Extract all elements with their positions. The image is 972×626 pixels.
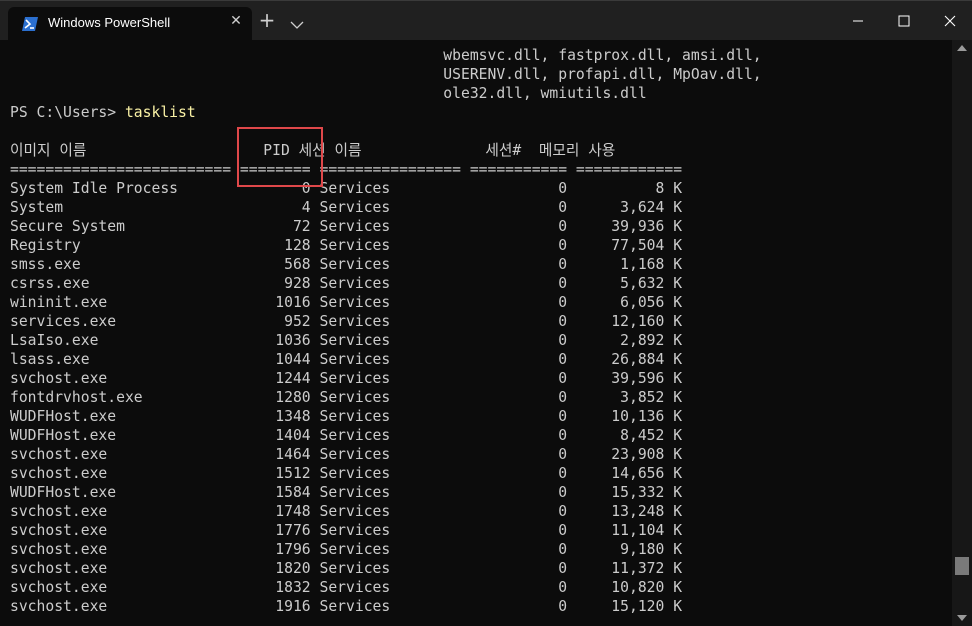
maximize-button[interactable] <box>880 1 926 41</box>
table-row: svchost.exe 1244 Services 0 39,596 K <box>10 370 683 387</box>
scroll-down-icon[interactable] <box>957 614 967 622</box>
terminal-output[interactable]: wbemsvc.dll, fastprox.dll, amsi.dll, USE… <box>0 40 952 626</box>
output-line: ole32.dll, wmiutils.dll <box>10 85 647 102</box>
vertical-scrollbar[interactable] <box>952 40 972 626</box>
tab-title: Windows PowerShell <box>48 15 171 30</box>
table-row: svchost.exe 1796 Services 0 9,180 K <box>10 541 683 558</box>
table-row: svchost.exe 1820 Services 0 11,372 K <box>10 560 683 577</box>
table-row: System Idle Process 0 Services 0 8 K <box>10 180 683 197</box>
table-row: Secure System 72 Services 0 39,936 K <box>10 218 683 235</box>
table-row: svchost.exe 1832 Services 0 10,820 K <box>10 579 683 596</box>
table-row: fontdrvhost.exe 1280 Services 0 3,852 K <box>10 389 683 406</box>
table-row: System 4 Services 0 3,624 K <box>10 199 683 216</box>
table-row: svchost.exe 1776 Services 0 11,104 K <box>10 522 683 539</box>
table-row: svchost.exe 1512 Services 0 14,656 K <box>10 465 683 482</box>
prompt-line: PS C:\Users> tasklist <box>10 103 196 122</box>
command: tasklist <box>124 104 196 121</box>
new-tab-icon[interactable]: + <box>256 9 278 31</box>
tab-windows-powershell[interactable]: Windows PowerShell ✕ <box>8 7 252 41</box>
title-bar: Windows PowerShell ✕ + <box>0 0 972 41</box>
table-row: smss.exe 568 Services 0 1,168 K <box>10 256 683 273</box>
output-line: USERENV.dll, profapi.dll, MpOav.dll, <box>10 66 762 83</box>
table-row: svchost.exe 1464 Services 0 23,908 K <box>10 446 683 463</box>
close-window-icon <box>944 15 956 27</box>
table-row: WUDFHost.exe 1348 Services 0 10,136 K <box>10 408 683 425</box>
close-tab-icon[interactable]: ✕ <box>226 11 246 31</box>
table-row: svchost.exe 1916 Services 0 15,120 K <box>10 598 683 615</box>
table-row: Registry 128 Services 0 77,504 K <box>10 237 683 254</box>
powershell-icon <box>22 16 38 31</box>
table-row: lsass.exe 1044 Services 0 26,884 K <box>10 351 683 368</box>
maximize-icon <box>898 15 910 27</box>
scrollbar-thumb[interactable] <box>955 557 969 575</box>
minimize-button[interactable] <box>834 1 880 41</box>
scroll-up-icon[interactable] <box>957 44 967 52</box>
table-row: svchost.exe 1748 Services 0 13,248 K <box>10 503 683 520</box>
table-row: services.exe 952 Services 0 12,160 K <box>10 313 683 330</box>
table-row: WUDFHost.exe 1404 Services 0 8,452 K <box>10 427 683 444</box>
output-line: wbemsvc.dll, fastprox.dll, amsi.dll, <box>10 47 762 64</box>
pid-column-highlight <box>237 127 323 187</box>
prompt: PS C:\Users> <box>10 104 125 121</box>
table-separator: ========================= ======== =====… <box>10 161 683 178</box>
close-window-button[interactable] <box>926 1 972 41</box>
table-row: WUDFHost.exe 1584 Services 0 15,332 K <box>10 484 683 501</box>
table-row: LsaIso.exe 1036 Services 0 2,892 K <box>10 332 683 349</box>
table-row: csrss.exe 928 Services 0 5,632 K <box>10 275 683 292</box>
table-row: wininit.exe 1016 Services 0 6,056 K <box>10 294 683 311</box>
dropdown-icon[interactable] <box>290 15 304 29</box>
minimize-icon <box>853 20 863 22</box>
